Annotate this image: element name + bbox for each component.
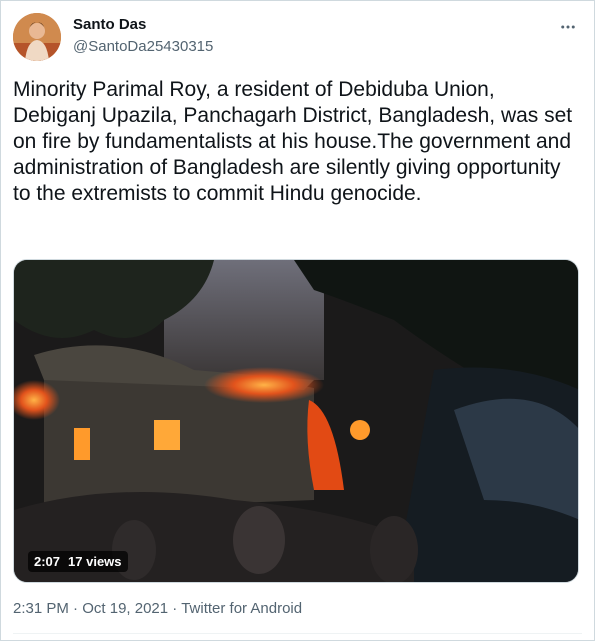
video-thumbnail xyxy=(14,260,578,582)
video-meta-badge: 2:07 17 views xyxy=(28,551,128,572)
more-horizontal-icon xyxy=(561,25,575,29)
separator-dot: · xyxy=(172,600,182,617)
tweet-footer: 2:31 PM · Oct 19, 2021 · Twitter for And… xyxy=(13,600,302,617)
separator-dot: · xyxy=(73,600,83,617)
more-options-button[interactable] xyxy=(556,15,580,39)
divider xyxy=(13,633,582,634)
tweet-time[interactable]: 2:31 PM xyxy=(13,600,69,617)
tweet-source[interactable]: Twitter for Android xyxy=(181,600,302,617)
video-player[interactable]: 2:07 17 views xyxy=(13,259,579,583)
tweet-date[interactable]: Oct 19, 2021 xyxy=(82,600,168,617)
tweet-header: Santo Das @SantoDa25430315 xyxy=(13,13,584,63)
avatar-image xyxy=(13,13,61,61)
tweet-card: Santo Das @SantoDa25430315 Minority Pari… xyxy=(0,0,595,641)
author-display-name[interactable]: Santo Das xyxy=(73,16,146,33)
video-duration: 2:07 xyxy=(34,554,61,569)
author-handle[interactable]: @SantoDa25430315 xyxy=(73,38,213,55)
video-views: 17 views xyxy=(68,554,122,569)
avatar[interactable] xyxy=(13,13,61,61)
tweet-text: Minority Parimal Roy, a resident of Debi… xyxy=(13,78,578,205)
